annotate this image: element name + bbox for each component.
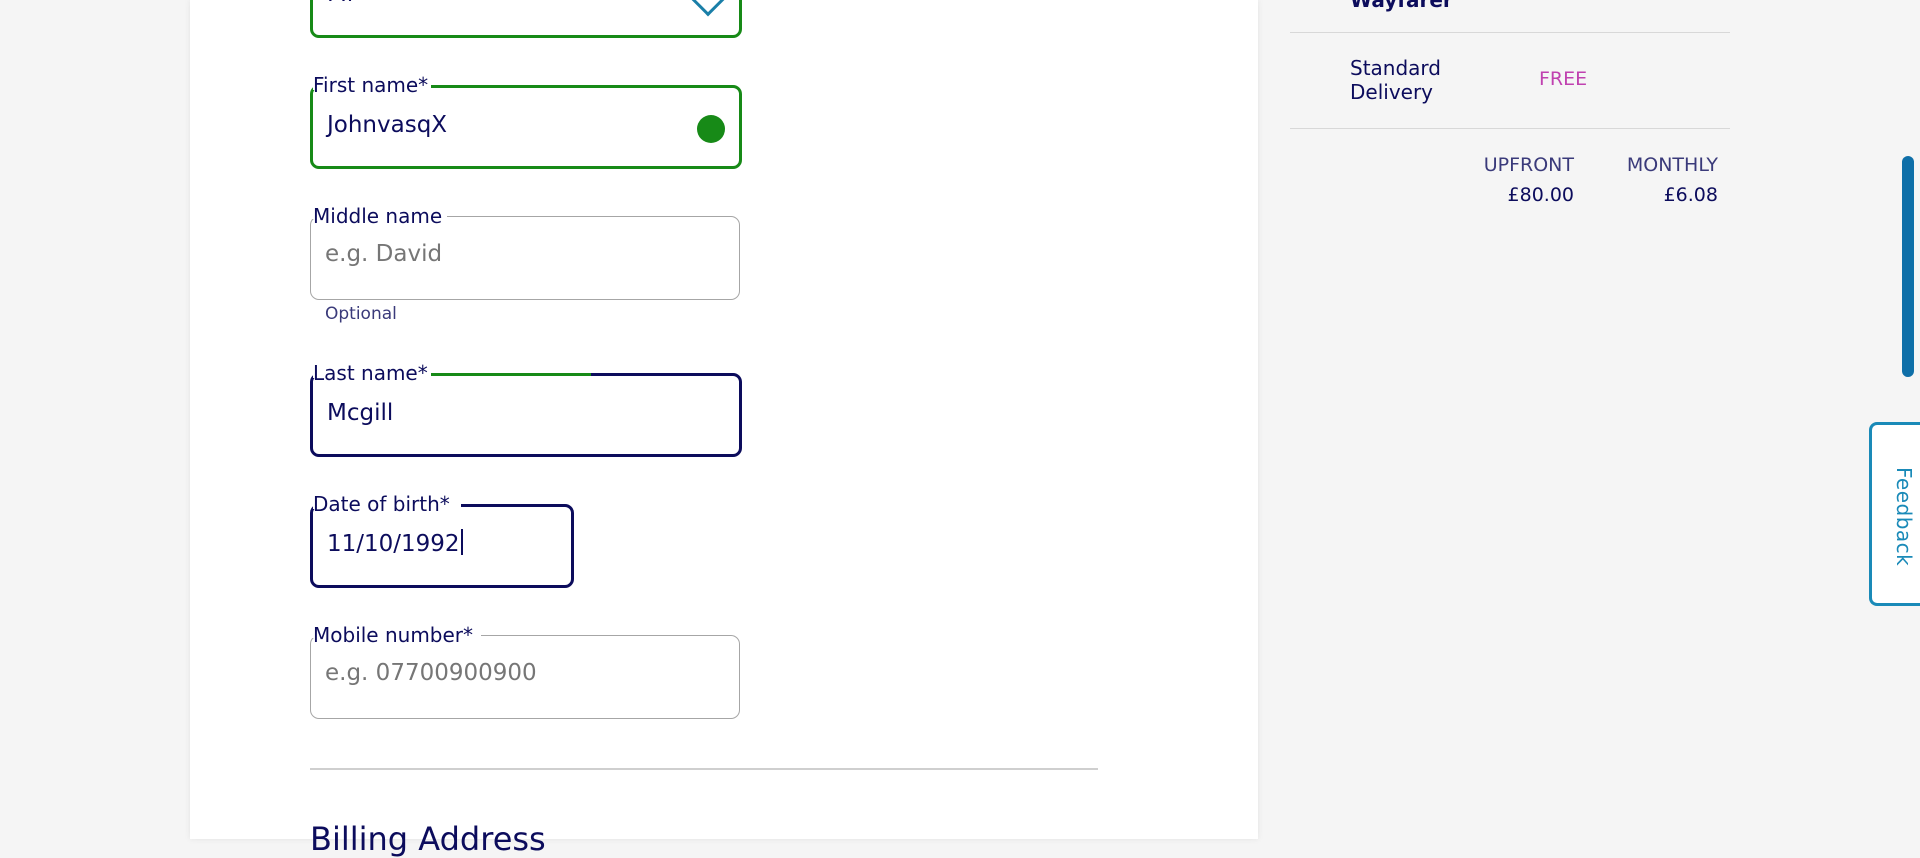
mobile-number-label: Mobile number*	[313, 623, 474, 647]
delivery-name: Standard Delivery	[1350, 56, 1441, 104]
first-name-label: First name*	[313, 73, 429, 97]
date-of-birth-value: 11/10/1992	[327, 529, 463, 559]
scrollbar[interactable]	[1900, 0, 1920, 839]
scrollbar-thumb[interactable]	[1902, 156, 1914, 377]
first-name-field: JohnvasqX First name*	[310, 73, 742, 177]
monthly-value: £6.08	[1663, 184, 1718, 206]
section-divider	[310, 768, 1098, 770]
last-name-field: Mcgill Last name*	[310, 361, 742, 465]
order-summary: Wayfarer Standard Delivery FREE UPFRONT …	[1290, 0, 1730, 839]
first-name-value: JohnvasqX	[327, 112, 448, 138]
text-caret	[460, 529, 463, 555]
first-name-input[interactable]: JohnvasqX	[310, 84, 742, 169]
feedback-label: Feedback	[1892, 467, 1916, 567]
middle-name-label: Middle name	[313, 204, 443, 228]
summary-item-name: Wayfarer	[1350, 0, 1453, 12]
middle-name-hint: Optional	[325, 304, 397, 324]
last-name-value: Mcgill	[327, 400, 394, 426]
mobile-number-placeholder: e.g. 07700900900	[325, 660, 537, 686]
date-of-birth-label: Date of birth*	[313, 492, 450, 516]
delivery-price: FREE	[1539, 68, 1588, 90]
chevron-down-icon[interactable]	[689, 0, 727, 17]
last-name-label: Last name*	[313, 361, 428, 385]
title-select-value: Mr	[327, 0, 356, 9]
mobile-number-input[interactable]: e.g. 07700900900	[310, 632, 740, 719]
title-select-field[interactable]: Mr	[310, 0, 742, 46]
mobile-number-field: e.g. 07700900900 Mobile number*	[310, 623, 740, 727]
date-of-birth-input[interactable]: 11/10/1992	[310, 503, 574, 588]
middle-name-input[interactable]: e.g. David	[310, 213, 740, 300]
valid-check-icon	[697, 115, 725, 143]
billing-address-heading: Billing Address	[310, 820, 546, 858]
middle-name-placeholder: e.g. David	[325, 241, 443, 267]
title-select[interactable]: Mr	[310, 0, 742, 38]
validation-progress-line	[431, 373, 591, 376]
date-of-birth-field: 11/10/1992 Date of birth*	[310, 492, 574, 596]
last-name-input[interactable]: Mcgill	[310, 372, 742, 457]
feedback-button[interactable]: Feedback	[1869, 422, 1920, 606]
middle-name-field: e.g. David Middle name Optional	[310, 204, 740, 334]
summary-divider	[1290, 32, 1730, 33]
monthly-label: MONTHLY	[1626, 154, 1718, 176]
date-of-birth-text: 11/10/1992	[327, 531, 460, 557]
summary-divider	[1290, 128, 1730, 129]
